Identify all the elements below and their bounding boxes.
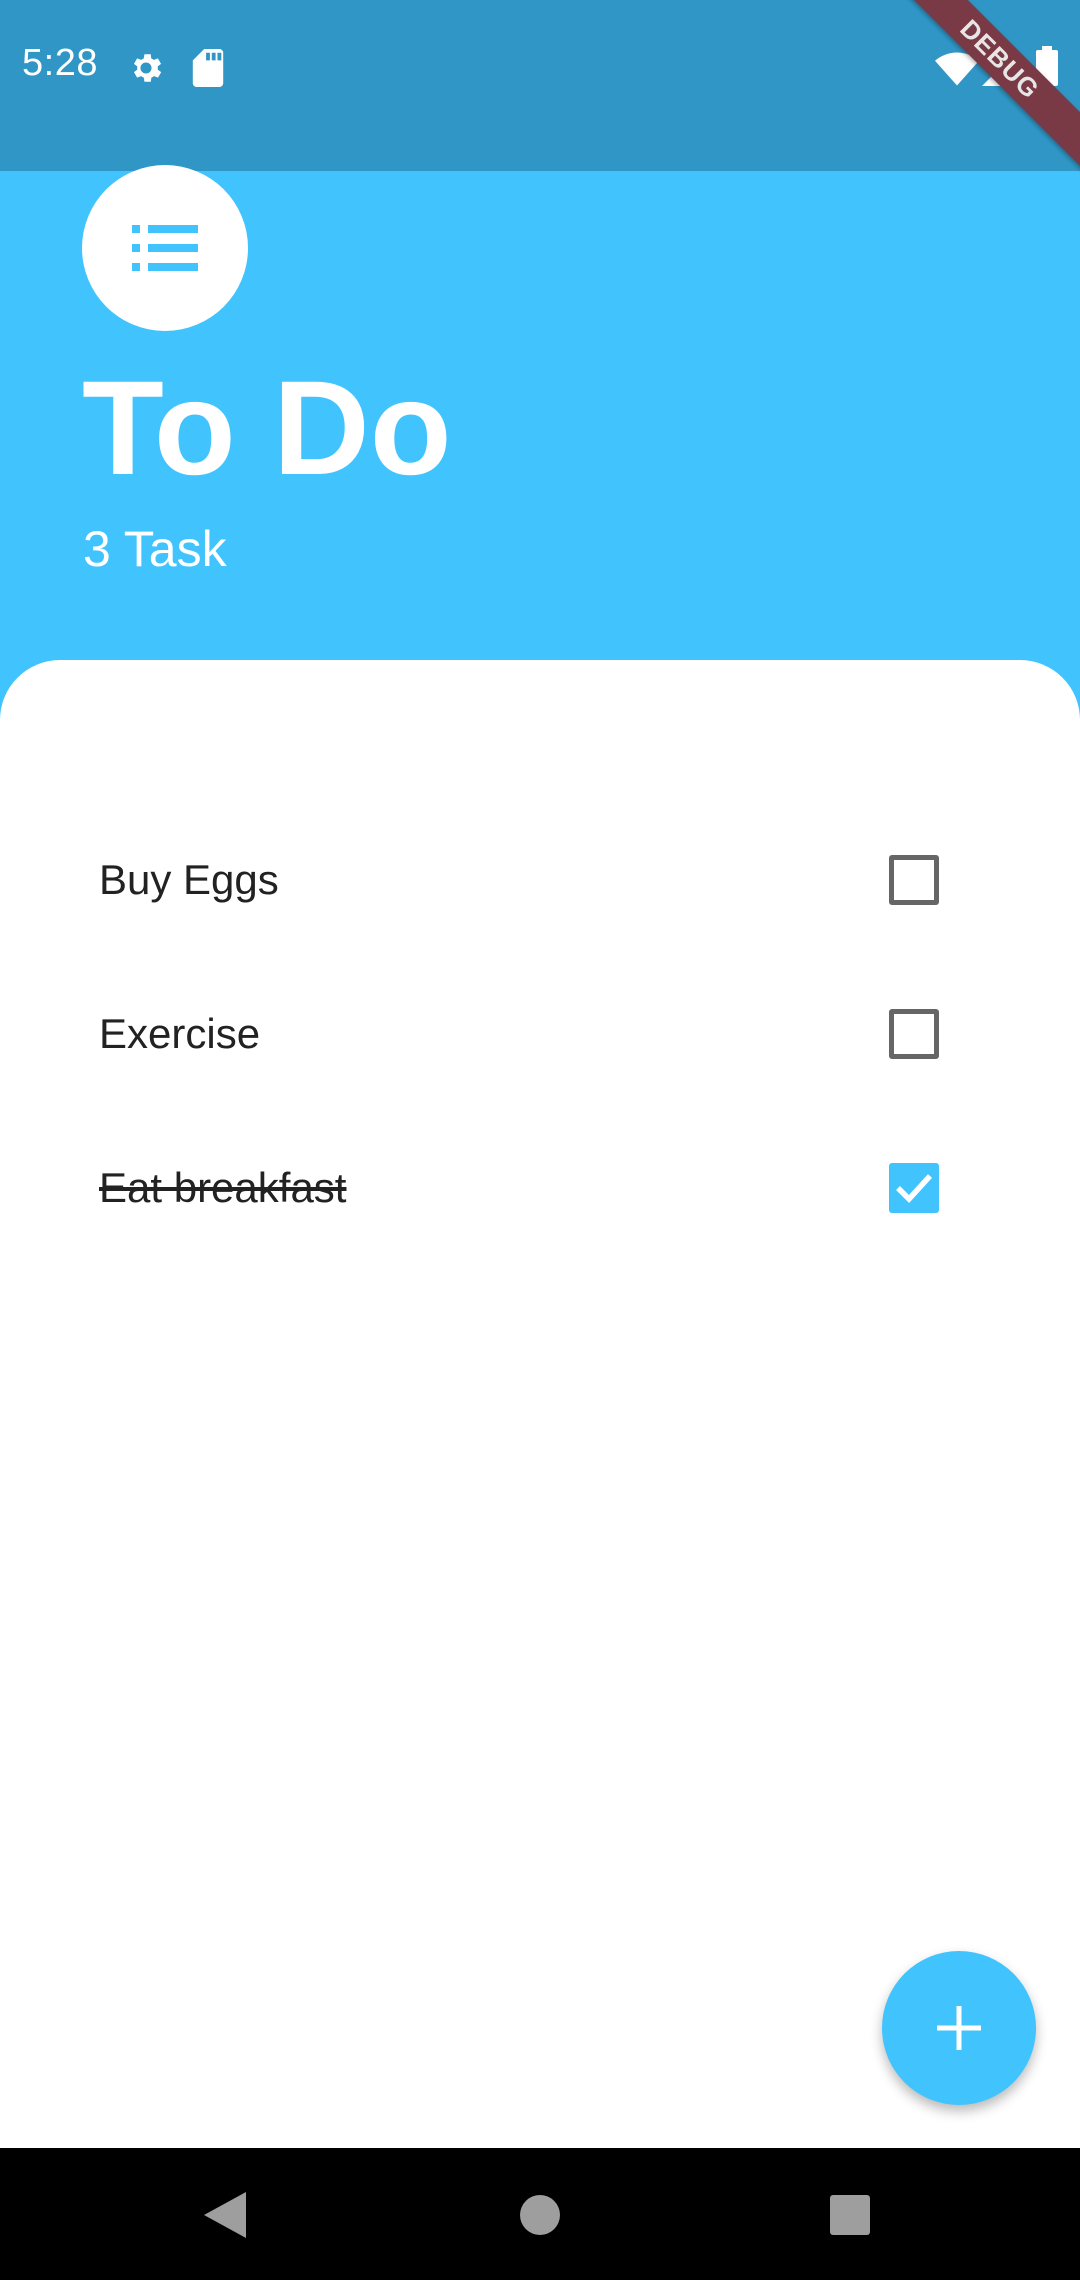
checkmark-icon — [896, 1174, 933, 1203]
status-time: 5:28 — [22, 42, 98, 84]
task-count: 3 Task — [83, 521, 227, 577]
gear-icon — [133, 54, 162, 82]
list-icon-button[interactable] — [82, 165, 248, 331]
navigation-bar — [0, 2148, 1080, 2280]
task-label: Buy Eggs — [99, 856, 279, 903]
back-icon[interactable] — [204, 2192, 246, 2238]
task-row[interactable]: Exercise — [0, 974, 1080, 1094]
task-checkbox[interactable] — [889, 1009, 939, 1059]
todo-screen: 5:28 DEBUG To Do 3 Task Buy Eggs Exercis… — [0, 0, 1080, 2280]
list-icon — [132, 225, 198, 271]
task-row[interactable]: Eat breakfast — [0, 1128, 1080, 1248]
add-task-button[interactable] — [882, 1951, 1036, 2105]
home-icon[interactable] — [519, 2194, 561, 2236]
task-row[interactable]: Buy Eggs — [0, 820, 1080, 940]
task-label: Eat breakfast — [99, 1164, 347, 1211]
recents-icon[interactable] — [829, 2194, 871, 2236]
task-label: Exercise — [99, 1010, 261, 1057]
sdcard-icon — [192, 49, 224, 87]
page-title: To Do — [82, 354, 452, 503]
plus-icon — [937, 2006, 981, 2050]
status-bar: 5:28 DEBUG — [0, 0, 1080, 179]
debug-banner: DEBUG — [880, 0, 1080, 179]
task-checkbox[interactable] — [889, 855, 939, 905]
task-checkbox-checked[interactable] — [889, 1163, 939, 1213]
